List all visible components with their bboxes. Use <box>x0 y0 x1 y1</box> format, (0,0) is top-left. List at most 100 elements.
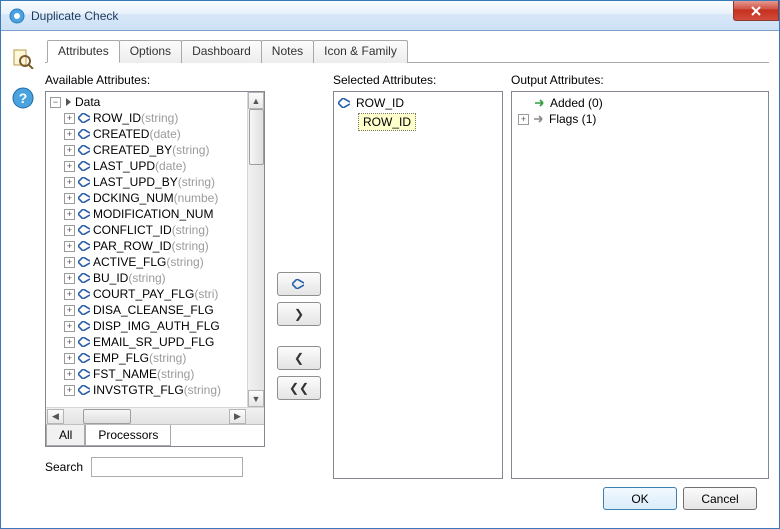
tree-item[interactable]: +MODIFICATION_NUM <box>50 206 245 222</box>
scroll-down-icon[interactable]: ▼ <box>248 390 264 407</box>
help-icon[interactable]: ? <box>12 87 34 109</box>
expand-icon[interactable]: + <box>64 369 75 380</box>
chevron-right-icon: ❯ <box>294 307 304 321</box>
expand-icon[interactable]: + <box>64 225 75 236</box>
close-button[interactable] <box>733 1 779 21</box>
attribute-icon <box>78 289 90 299</box>
horizontal-scrollbar[interactable]: ◀ ▶ <box>46 407 264 424</box>
move-right-button[interactable]: ❯ <box>277 302 321 326</box>
vertical-scrollbar[interactable]: ▲ ▼ <box>247 92 264 407</box>
expand-icon[interactable]: + <box>64 113 75 124</box>
attribute-icon <box>78 385 90 395</box>
tree-item[interactable]: +CREATED (date) <box>50 126 245 142</box>
ok-button[interactable]: OK <box>603 487 677 510</box>
tab-attributes[interactable]: Attributes <box>47 40 120 63</box>
selected-panel[interactable]: ROW_ID ROW_ID <box>333 91 503 479</box>
expand-icon[interactable]: + <box>64 289 75 300</box>
cancel-button[interactable]: Cancel <box>683 487 757 510</box>
selected-item-label: ROW_ID <box>356 96 404 110</box>
available-bottom-tabs: All Processors <box>46 424 264 446</box>
scroll-thumb[interactable] <box>249 109 264 165</box>
tree-item[interactable]: +PAR_ROW_ID (string) <box>50 238 245 254</box>
tree-item-label: COURT_PAY_FLG <box>93 286 194 302</box>
tree-item[interactable]: +FST_NAME (string) <box>50 366 245 382</box>
tree-item-label: EMP_FLG <box>93 350 149 366</box>
tree-item-label: DCKING_NUM <box>93 190 174 206</box>
output-panel[interactable]: Added (0) + Flags (1) <box>511 91 769 479</box>
tab-options[interactable]: Options <box>119 40 182 63</box>
dialog-body: ? Attributes Options Dashboard Notes Ico… <box>1 31 779 528</box>
tree-item[interactable]: +LAST_UPD (date) <box>50 158 245 174</box>
bottom-tab-all[interactable]: All <box>46 425 85 446</box>
attribute-icon <box>78 161 90 171</box>
expand-icon[interactable]: + <box>64 129 75 140</box>
tree-item-label: ROW_ID <box>93 110 141 126</box>
tree-root[interactable]: −Data <box>50 94 245 110</box>
expand-icon[interactable]: + <box>64 241 75 252</box>
tree-item[interactable]: +INVSTGTR_FLG (string) <box>50 382 245 398</box>
tree-item[interactable]: + EMAIL_SR_UPD_FLG <box>50 334 245 350</box>
arrow-right-icon <box>535 98 547 108</box>
add-button[interactable] <box>277 272 321 296</box>
attribute-icon <box>78 257 90 267</box>
available-panel: −Data+ROW_ID (string)+CREATED (date)+CRE… <box>45 91 265 447</box>
scroll-left-icon[interactable]: ◀ <box>47 409 64 424</box>
expand-icon[interactable]: + <box>64 257 75 268</box>
attribute-icon <box>78 321 90 331</box>
tree-item[interactable]: +CREATED_BY (string) <box>50 142 245 158</box>
tree-item[interactable]: +EMP_FLG (string) <box>50 350 245 366</box>
tab-icon-family[interactable]: Icon & Family <box>313 40 408 63</box>
scroll-right-icon[interactable]: ▶ <box>229 409 246 424</box>
expand-icon[interactable]: + <box>64 161 75 172</box>
tree-item[interactable]: +COURT_PAY_FLG (stri) <box>50 286 245 302</box>
attribute-icon <box>78 305 90 315</box>
expand-icon[interactable]: + <box>64 177 75 188</box>
output-group-added[interactable]: Added (0) <box>518 95 762 111</box>
expand-icon[interactable]: + <box>64 145 75 156</box>
available-tree[interactable]: −Data+ROW_ID (string)+CREATED (date)+CRE… <box>46 92 247 407</box>
expand-icon[interactable]: + <box>64 209 75 220</box>
move-all-left-button[interactable]: ❮❮ <box>277 376 321 400</box>
attribute-icon <box>78 209 90 219</box>
tree-item[interactable]: +ROW_ID (string) <box>50 110 245 126</box>
expand-icon[interactable]: + <box>64 321 75 332</box>
collapse-icon[interactable]: − <box>50 97 61 108</box>
scroll-up-icon[interactable]: ▲ <box>248 92 264 109</box>
tree-item[interactable]: +ACTIVE_FLG (string) <box>50 254 245 270</box>
tree-item[interactable]: +BU_ID (string) <box>50 270 245 286</box>
attribute-icon <box>78 353 90 363</box>
expand-icon[interactable]: + <box>64 385 75 396</box>
chevron-left-icon: ❮ <box>294 351 304 365</box>
tree-item[interactable]: +CONFLICT_ID (string) <box>50 222 245 238</box>
bottom-tab-processors[interactable]: Processors <box>85 425 171 446</box>
tab-dashboard[interactable]: Dashboard <box>181 40 262 63</box>
available-tree-container: −Data+ROW_ID (string)+CREATED (date)+CRE… <box>46 92 264 424</box>
preview-icon[interactable] <box>12 47 34 69</box>
columns: Available Attributes: −Data+ROW_ID (stri… <box>45 73 769 479</box>
expand-icon[interactable]: + <box>64 337 75 348</box>
tree-item-label: LAST_UPD <box>93 158 155 174</box>
attribute-icon <box>78 225 90 235</box>
tree-item[interactable]: +DISA_CLEANSE_FLG <box>50 302 245 318</box>
expand-icon[interactable]: + <box>64 193 75 204</box>
selected-item[interactable]: ROW_ID <box>338 95 498 111</box>
tree-item-label: EMAIL_SR_UPD_FLG <box>93 334 214 350</box>
svg-text:?: ? <box>19 90 28 106</box>
expand-icon[interactable]: + <box>64 273 75 284</box>
window-title: Duplicate Check <box>31 9 118 23</box>
tab-notes[interactable]: Notes <box>261 40 314 63</box>
hscroll-thumb[interactable] <box>83 409 131 424</box>
tree-item[interactable]: +DISP_IMG_AUTH_FLG <box>50 318 245 334</box>
search-input[interactable] <box>91 457 243 477</box>
tree-item[interactable]: +DCKING_NUM (numbe) <box>50 190 245 206</box>
expand-icon[interactable]: + <box>64 353 75 364</box>
expand-icon[interactable]: + <box>518 114 529 125</box>
output-group-flags[interactable]: + Flags (1) <box>518 111 762 127</box>
move-left-button[interactable]: ❮ <box>277 346 321 370</box>
tree-item[interactable]: +LAST_UPD_BY (string) <box>50 174 245 190</box>
search-row: Search <box>45 457 265 477</box>
attribute-icon <box>78 177 90 187</box>
tree-item-label: INVSTGTR_FLG <box>93 382 184 398</box>
expand-icon[interactable]: + <box>64 305 75 316</box>
selected-column: Selected Attributes: ROW_ID ROW_ID <box>333 73 503 479</box>
